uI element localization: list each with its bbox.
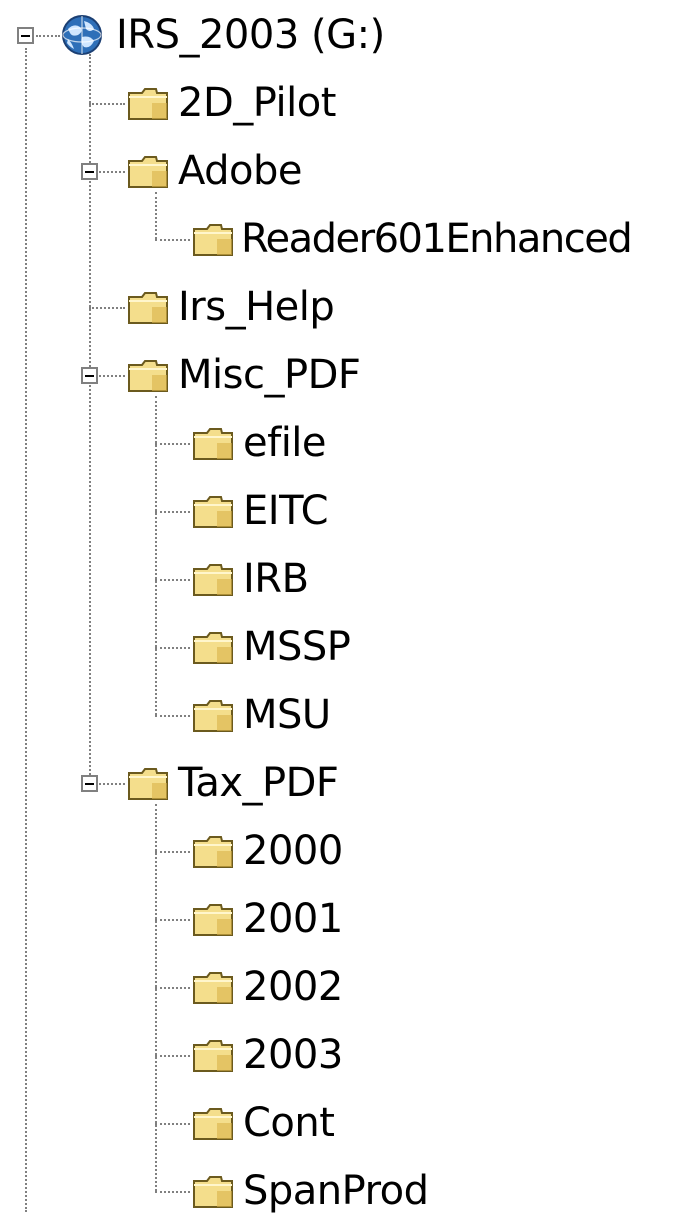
tree-node-folder[interactable]: Tax_PDF (126, 759, 339, 807)
tree-connector (99, 375, 125, 377)
folder-tree: IRS_2003 (G:) 2D_Pilot Adobe Reader601En… (0, 0, 694, 1215)
folder-icon (191, 897, 235, 941)
folder-icon (191, 1101, 235, 1145)
tree-node-folder[interactable]: 2002 (191, 963, 343, 1011)
folder-icon (191, 1033, 235, 1077)
tree-connector (155, 579, 190, 581)
tree-node-folder[interactable]: IRB (191, 555, 309, 603)
tree-node-folder[interactable]: Cont (191, 1099, 335, 1147)
folder-icon (126, 285, 170, 329)
tree-connector (155, 1055, 190, 1057)
folder-icon (191, 1169, 235, 1213)
tree-connector (155, 443, 190, 445)
tree-node-label: Misc_PDF (178, 352, 361, 398)
tree-connector (155, 1191, 190, 1193)
folder-icon (191, 217, 235, 261)
tree-node-label: 2000 (243, 828, 343, 874)
tree-connector (155, 192, 157, 239)
folder-icon (191, 829, 235, 873)
tree-node-folder[interactable]: Misc_PDF (126, 351, 361, 399)
tree-node-folder[interactable]: Irs_Help (126, 283, 335, 331)
folder-icon (191, 965, 235, 1009)
tree-node-drive-root[interactable]: IRS_2003 (G:) (60, 11, 385, 59)
tree-node-folder[interactable]: MSSP (191, 623, 351, 671)
folder-icon (191, 489, 235, 533)
folder-icon (126, 81, 170, 125)
tree-node-label: MSU (243, 692, 331, 738)
folder-icon (126, 149, 170, 193)
collapse-toggle-root[interactable] (17, 27, 34, 44)
tree-node-label: efile (243, 420, 327, 466)
folder-icon (191, 557, 235, 601)
tree-node-label: 2002 (243, 964, 343, 1010)
tree-node-folder[interactable]: Adobe (126, 147, 303, 195)
tree-connector (155, 804, 157, 1191)
tree-connector (155, 987, 190, 989)
tree-node-label: 2001 (243, 896, 343, 942)
tree-node-folder[interactable]: 2000 (191, 827, 343, 875)
folder-icon (191, 421, 235, 465)
folder-icon (126, 353, 170, 397)
tree-connector (155, 919, 190, 921)
tree-node-label: Cont (243, 1100, 335, 1146)
tree-connector (99, 783, 125, 785)
tree-node-label: Adobe (178, 148, 303, 194)
tree-node-label: Reader601Enhanced (241, 216, 633, 262)
tree-node-folder[interactable]: SpanProd (191, 1167, 429, 1215)
tree-node-label: EITC (243, 488, 329, 534)
folder-icon (126, 761, 170, 805)
tree-connector (155, 851, 190, 853)
collapse-toggle-tax-pdf[interactable] (81, 775, 98, 792)
tree-node-folder[interactable]: 2003 (191, 1031, 343, 1079)
folder-icon (191, 693, 235, 737)
tree-connector (36, 35, 60, 37)
tree-node-folder[interactable]: 2001 (191, 895, 343, 943)
tree-connector (89, 307, 125, 309)
tree-node-folder[interactable]: 2D_Pilot (126, 79, 336, 127)
tree-connector (99, 171, 125, 173)
tree-node-label: SpanProd (243, 1168, 429, 1214)
folder-icon (191, 625, 235, 669)
tree-connector (155, 239, 190, 241)
tree-node-label: IRS_2003 (G:) (116, 12, 385, 58)
tree-connector (155, 715, 190, 717)
collapse-toggle-adobe[interactable] (81, 163, 98, 180)
tree-node-folder[interactable]: efile (191, 419, 327, 467)
tree-node-folder[interactable]: EITC (191, 487, 329, 535)
tree-node-folder[interactable]: Reader601Enhanced (191, 215, 633, 263)
tree-connector (89, 103, 125, 105)
tree-connector (25, 48, 27, 1212)
tree-node-label: MSSP (243, 624, 351, 670)
collapse-toggle-misc-pdf[interactable] (81, 367, 98, 384)
tree-node-label: 2003 (243, 1032, 343, 1078)
network-drive-icon (60, 13, 104, 57)
tree-node-label: Irs_Help (178, 284, 335, 330)
tree-node-label: Tax_PDF (178, 760, 339, 806)
tree-connector (155, 1123, 190, 1125)
tree-connector (155, 511, 190, 513)
tree-connector (155, 647, 190, 649)
tree-node-label: IRB (243, 556, 309, 602)
tree-node-label: 2D_Pilot (178, 80, 336, 126)
tree-node-folder[interactable]: MSU (191, 691, 331, 739)
